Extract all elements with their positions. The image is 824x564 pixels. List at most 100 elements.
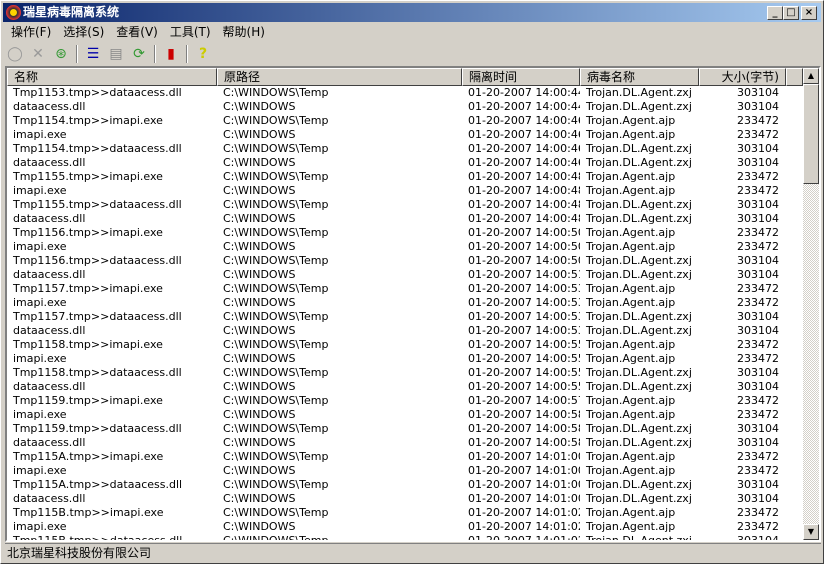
- cell-quarantine-time: 01-20-2007 14:00:55: [468, 352, 580, 365]
- cell-original-path: C:\WINDOWS: [223, 128, 296, 141]
- main-window: 瑞星病毒隔离系统 _ □ × 操作(F) 选择(S) 查看(V) 工具(T) 帮…: [0, 0, 824, 564]
- table-row[interactable]: Tmp1158.tmp>>imapi.exe C:\WINDOWS\Temp 01-…: [7, 338, 786, 352]
- cell-original-path: C:\WINDOWS\Temp: [223, 170, 329, 183]
- help-icon[interactable]: ?: [193, 44, 213, 64]
- cell-size: 303104: [737, 100, 779, 113]
- table-row[interactable]: dataacess.dll C:\WINDOWS 01-20-2007 14:01:…: [7, 492, 786, 506]
- cell-original-path: C:\WINDOWS: [223, 268, 296, 281]
- column-virus-name[interactable]: 病毒名称: [580, 68, 699, 86]
- cell-name: imapi.exe: [13, 520, 67, 533]
- cell-original-path: C:\WINDOWS: [223, 100, 296, 113]
- cell-original-path: C:\WINDOWS\Temp: [223, 198, 329, 211]
- column-filler: [786, 68, 803, 86]
- window-title: 瑞星病毒隔离系统: [23, 5, 120, 19]
- table-row[interactable]: Tmp115B.tmp>>imapi.exe C:\WINDOWS\Temp 01-…: [7, 506, 786, 520]
- cell-quarantine-time: 01-20-2007 14:00:58: [468, 436, 580, 449]
- cell-quarantine-time: 01-20-2007 14:00:48: [468, 198, 580, 211]
- table-row[interactable]: imapi.exe C:\WINDOWS 01-20-2007 14:00:46 Tr…: [7, 128, 786, 142]
- cell-quarantine-time: 01-20-2007 14:00:53: [468, 296, 580, 309]
- table-row[interactable]: Tmp1159.tmp>>imapi.exe C:\WINDOWS\Temp 01-…: [7, 394, 786, 408]
- cell-size: 303104: [737, 142, 779, 155]
- cell-name: dataacess.dll: [13, 268, 86, 281]
- cell-original-path: C:\WINDOWS\Temp: [223, 254, 329, 267]
- cell-quarantine-time: 01-20-2007 14:01:00: [468, 450, 580, 463]
- table-row[interactable]: Tmp1154.tmp>>dataacess.dll C:\WINDOWS\Tem…: [7, 142, 786, 156]
- table-row[interactable]: imapi.exe C:\WINDOWS 01-20-2007 14:00:53 Tr…: [7, 296, 786, 310]
- menu-help[interactable]: 帮助(H): [217, 23, 271, 41]
- table-row[interactable]: Tmp1159.tmp>>dataacess.dll C:\WINDOWS\Tem…: [7, 422, 786, 436]
- cell-quarantine-time: 01-20-2007 14:00:57: [468, 394, 580, 407]
- menu-view[interactable]: 查看(V): [110, 23, 164, 41]
- scan-icon[interactable]: ⊛: [51, 44, 71, 64]
- statistics-icon[interactable]: ▮: [161, 44, 181, 64]
- table-row[interactable]: Tmp1153.tmp>>dataacess.dll C:\WINDOWS\Tem…: [7, 86, 786, 100]
- scroll-down-button[interactable]: ▼: [803, 524, 819, 540]
- cell-size: 303104: [737, 268, 779, 281]
- column-size[interactable]: 大小(字节): [699, 68, 786, 86]
- table-row[interactable]: imapi.exe C:\WINDOWS 01-20-2007 14:00:55 Tr…: [7, 352, 786, 366]
- table-row[interactable]: imapi.exe C:\WINDOWS 01-20-2007 14:00:48 Tr…: [7, 184, 786, 198]
- table-row[interactable]: dataacess.dll C:\WINDOWS 01-20-2007 14:00:…: [7, 268, 786, 282]
- cell-size: 233472: [737, 408, 779, 421]
- table-row[interactable]: Tmp115A.tmp>>imapi.exe C:\WINDOWS\Temp 01-…: [7, 450, 786, 464]
- table-row[interactable]: Tmp1154.tmp>>imapi.exe C:\WINDOWS\Temp 01-…: [7, 114, 786, 128]
- table-row[interactable]: dataacess.dll C:\WINDOWS 01-20-2007 14:00:…: [7, 436, 786, 450]
- cell-original-path: C:\WINDOWS: [223, 324, 296, 337]
- column-quarantine-time[interactable]: 隔离时间: [462, 68, 580, 86]
- column-original-path[interactable]: 原路径: [217, 68, 462, 86]
- restore-icon[interactable]: ◯: [5, 44, 25, 64]
- table-row[interactable]: imapi.exe C:\WINDOWS 01-20-2007 14:00:50 Tr…: [7, 240, 786, 254]
- close-button[interactable]: ×: [801, 6, 817, 20]
- cell-size: 303104: [737, 198, 779, 211]
- table-row[interactable]: imapi.exe C:\WINDOWS 01-20-2007 14:01:02 Tr…: [7, 520, 786, 534]
- table-row[interactable]: Tmp1155.tmp>>dataacess.dll C:\WINDOWS\Tem…: [7, 198, 786, 212]
- toolbar-separator: [76, 45, 78, 63]
- table-row[interactable]: Tmp115B.tmp>>dataacess.dll C:\WINDOWS\Tem…: [7, 534, 786, 542]
- table-row[interactable]: Tmp1157.tmp>>imapi.exe C:\WINDOWS\Temp 01-…: [7, 282, 786, 296]
- table-row[interactable]: Tmp1156.tmp>>dataacess.dll C:\WINDOWS\Tem…: [7, 254, 786, 268]
- cell-virus-name: Trojan.Agent.ajp: [586, 408, 676, 421]
- cell-virus-name: Trojan.DL.Agent.zxj: [586, 380, 692, 393]
- column-name[interactable]: 名称: [7, 68, 217, 86]
- cell-quarantine-time: 01-20-2007 14:00:53: [468, 324, 580, 337]
- menu-operate[interactable]: 操作(F): [5, 23, 57, 41]
- cell-size: 233472: [737, 394, 779, 407]
- scroll-up-button[interactable]: ▲: [803, 68, 819, 84]
- maximize-button[interactable]: □: [783, 6, 799, 20]
- table-row[interactable]: Tmp1157.tmp>>dataacess.dll C:\WINDOWS\Tem…: [7, 310, 786, 324]
- table-row[interactable]: Tmp1158.tmp>>dataacess.dll C:\WINDOWS\Tem…: [7, 366, 786, 380]
- vertical-scrollbar[interactable]: ▲ ▼: [803, 68, 819, 540]
- table-row[interactable]: dataacess.dll C:\WINDOWS 01-20-2007 14:00:…: [7, 156, 786, 170]
- delete-icon[interactable]: ✕: [28, 44, 48, 64]
- cell-virus-name: Trojan.DL.Agent.zxj: [586, 422, 692, 435]
- toolbar-separator: [186, 45, 188, 63]
- cell-quarantine-time: 01-20-2007 14:00:51: [468, 268, 580, 281]
- menu-select[interactable]: 选择(S): [57, 23, 110, 41]
- cell-original-path: C:\WINDOWS: [223, 380, 296, 393]
- cell-size: 303104: [737, 422, 779, 435]
- menu-tools[interactable]: 工具(T): [164, 23, 217, 41]
- refresh-icon[interactable]: ⟳: [129, 44, 149, 64]
- minimize-button[interactable]: _: [767, 6, 783, 20]
- cell-name: Tmp115B.tmp>>dataacess.dll: [13, 534, 183, 542]
- table-row[interactable]: Tmp115A.tmp>>dataacess.dll C:\WINDOWS\Tem…: [7, 478, 786, 492]
- cell-quarantine-time: 01-20-2007 14:00:50: [468, 254, 580, 267]
- cell-quarantine-time: 01-20-2007 14:00:58: [468, 408, 580, 421]
- cell-name: imapi.exe: [13, 240, 67, 253]
- cell-name: Tmp1159.tmp>>imapi.exe: [13, 394, 163, 407]
- table-row[interactable]: dataacess.dll C:\WINDOWS 01-20-2007 14:00:…: [7, 380, 786, 394]
- list-view-icon[interactable]: ▤: [106, 44, 126, 64]
- table-row[interactable]: imapi.exe C:\WINDOWS 01-20-2007 14:00:58 Tr…: [7, 408, 786, 422]
- cell-quarantine-time: 01-20-2007 14:01:02: [468, 506, 580, 519]
- scroll-thumb[interactable]: [803, 84, 819, 184]
- table-row[interactable]: dataacess.dll C:\WINDOWS 01-20-2007 14:00:…: [7, 212, 786, 226]
- cell-size: 233472: [737, 296, 779, 309]
- table-row[interactable]: Tmp1155.tmp>>imapi.exe C:\WINDOWS\Temp 01-…: [7, 170, 786, 184]
- cell-size: 303104: [737, 478, 779, 491]
- cell-quarantine-time: 01-20-2007 14:01:00: [468, 478, 580, 491]
- table-row[interactable]: imapi.exe C:\WINDOWS 01-20-2007 14:01:00 Tr…: [7, 464, 786, 478]
- table-row[interactable]: dataacess.dll C:\WINDOWS 01-20-2007 14:00:…: [7, 100, 786, 114]
- table-row[interactable]: dataacess.dll C:\WINDOWS 01-20-2007 14:00:…: [7, 324, 786, 338]
- details-view-icon[interactable]: ☰: [83, 44, 103, 64]
- table-row[interactable]: Tmp1156.tmp>>imapi.exe C:\WINDOWS\Temp 01-…: [7, 226, 786, 240]
